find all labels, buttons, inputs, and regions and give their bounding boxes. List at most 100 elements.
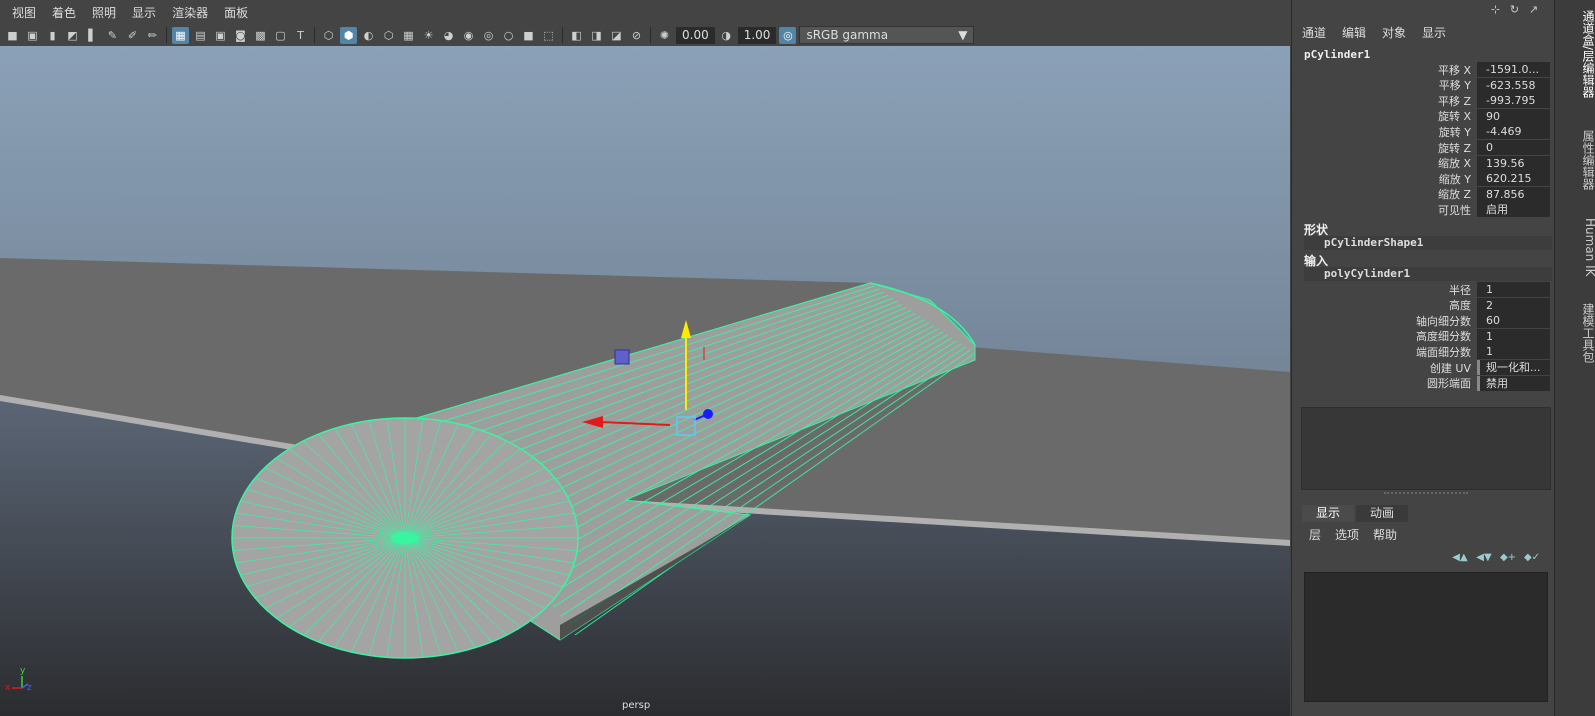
grease-pencil-icon[interactable]: ✐ bbox=[124, 27, 141, 44]
attribute-label[interactable]: 高度 bbox=[1302, 297, 1477, 313]
attribute-value-field[interactable]: 1 bbox=[1477, 328, 1550, 344]
2d-pan-icon[interactable]: ✎ bbox=[104, 27, 121, 44]
exposure-field[interactable]: 0.00 bbox=[676, 26, 715, 44]
pencil-icon[interactable]: ✏ bbox=[144, 27, 161, 44]
menu-panels[interactable]: 面板 bbox=[218, 4, 254, 21]
field-chart-icon[interactable]: ▩ bbox=[252, 27, 269, 44]
textured-icon[interactable]: ▦ bbox=[400, 27, 417, 44]
attribute-label[interactable]: 缩放 Y bbox=[1302, 171, 1477, 187]
menu-help[interactable]: 帮助 bbox=[1370, 526, 1400, 543]
attribute-row[interactable]: 缩放 Y 620.215 bbox=[1302, 171, 1552, 187]
menu-shading[interactable]: 着色 bbox=[46, 4, 82, 21]
attribute-label[interactable]: 圆形端面 bbox=[1302, 375, 1477, 391]
attribute-value-field[interactable]: 启用 bbox=[1477, 202, 1550, 218]
bookmark-icon[interactable]: ▮ bbox=[44, 27, 61, 44]
safe-title-icon[interactable]: T bbox=[292, 27, 309, 44]
exposure-icon[interactable]: ✺ bbox=[656, 27, 673, 44]
smooth-shade-icon[interactable]: ⬢ bbox=[340, 26, 357, 44]
attribute-label[interactable]: 缩放 Z bbox=[1302, 186, 1477, 202]
side-tab-modeling-toolkit[interactable]: 建模工具包 bbox=[1555, 298, 1595, 368]
tab-display[interactable]: 显示 bbox=[1302, 505, 1355, 522]
panel-splitter[interactable] bbox=[1384, 492, 1468, 496]
gamma-field[interactable]: 1.00 bbox=[737, 26, 777, 44]
multisample-icon[interactable]: ◧ bbox=[568, 27, 585, 44]
attribute-label[interactable]: 旋转 Y bbox=[1302, 124, 1477, 140]
attribute-row[interactable]: 缩放 Z 87.856 bbox=[1302, 186, 1552, 202]
attribute-label[interactable]: 旋转 Z bbox=[1302, 140, 1477, 156]
motion-blur-icon[interactable]: ■ bbox=[520, 27, 537, 44]
attribute-row[interactable]: 平移 Y -623.558 bbox=[1302, 77, 1552, 93]
3d-view[interactable]: y x z bbox=[0, 46, 1290, 716]
attribute-row[interactable]: 轴向细分数 60 bbox=[1302, 313, 1552, 329]
attribute-value-field[interactable]: 规一化和... bbox=[1477, 360, 1550, 375]
attribute-row[interactable]: 平移 X -1591.0... bbox=[1302, 62, 1552, 77]
attribute-value-field[interactable]: -4.469 bbox=[1477, 124, 1550, 140]
attribute-row[interactable]: 圆形端面 禁用 bbox=[1302, 375, 1552, 391]
attribute-row[interactable]: 端面细分数 1 bbox=[1302, 344, 1552, 360]
grid-icon[interactable]: ▦ bbox=[172, 26, 189, 44]
menu-display[interactable]: 显示 bbox=[1418, 24, 1450, 41]
attribute-value-field[interactable]: 禁用 bbox=[1477, 375, 1550, 391]
attribute-row[interactable]: 高度 2 bbox=[1302, 297, 1552, 313]
menu-layers[interactable]: 层 bbox=[1306, 526, 1324, 543]
menu-object[interactable]: 对象 bbox=[1378, 24, 1410, 41]
input-node-name[interactable]: polyCylinder1 bbox=[1304, 267, 1552, 281]
attribute-row[interactable]: 缩放 X 139.56 bbox=[1302, 155, 1552, 171]
gate-mask-icon[interactable]: ◙ bbox=[232, 27, 249, 44]
color-management-icon[interactable]: ◎ bbox=[779, 26, 797, 44]
attribute-label[interactable]: 缩放 X bbox=[1302, 155, 1477, 171]
z-handle-icon[interactable] bbox=[703, 409, 713, 419]
expand-icon[interactable]: ↗ bbox=[1526, 2, 1541, 17]
side-tab-channel-box[interactable]: 通道盒/层编辑器 bbox=[1555, 4, 1595, 104]
hud-icon[interactable]: ⊘ bbox=[628, 27, 645, 44]
depth-of-field-icon[interactable]: ◪ bbox=[608, 27, 625, 44]
viewport-panel[interactable]: 视图 着色 照明 显示 渲染器 面板 ■ ▣ ▮ ◩ ▌ ✎ ✐ ✏ ▦ ▤ ▣… bbox=[0, 0, 1290, 716]
wireframe-on-shaded-icon[interactable]: ⬡ bbox=[380, 27, 397, 44]
menu-edit[interactable]: 编辑 bbox=[1338, 24, 1370, 41]
attribute-value-field[interactable]: -993.795 bbox=[1477, 93, 1550, 109]
object-name[interactable]: pCylinder1 bbox=[1304, 48, 1370, 61]
attribute-label[interactable]: 高度细分数 bbox=[1302, 328, 1477, 344]
side-tab-attribute-editor[interactable]: 属性编辑器 bbox=[1555, 120, 1595, 200]
select-camera-icon[interactable]: ■ bbox=[4, 27, 21, 44]
menu-options[interactable]: 选项 bbox=[1332, 526, 1362, 543]
move-layer-up-icon[interactable]: ◀▲ bbox=[1452, 550, 1468, 564]
attribute-value-field[interactable]: -1591.0... bbox=[1477, 62, 1550, 77]
attribute-value-field[interactable]: 90 bbox=[1477, 108, 1550, 124]
image-plane-icon[interactable]: ◩ bbox=[64, 27, 81, 44]
attribute-row[interactable]: 旋转 X 90 bbox=[1302, 108, 1552, 124]
attribute-value-field[interactable]: 0 bbox=[1477, 140, 1550, 155]
safe-action-icon[interactable]: ▢ bbox=[272, 27, 289, 44]
xray-icon[interactable]: ◉ bbox=[460, 27, 477, 44]
attribute-value-field[interactable]: 620.215 bbox=[1477, 171, 1550, 187]
tab-animation[interactable]: 动画 bbox=[1356, 505, 1409, 522]
attribute-label[interactable]: 旋转 X bbox=[1302, 108, 1477, 124]
attribute-label[interactable]: 半径 bbox=[1302, 282, 1477, 298]
isolate-select-icon[interactable]: ⬚ bbox=[540, 27, 557, 44]
attribute-value-field[interactable]: 139.56 bbox=[1477, 155, 1550, 171]
film-gate-icon[interactable]: ▤ bbox=[192, 27, 209, 44]
shadows-icon[interactable]: ◕ bbox=[440, 27, 457, 44]
menu-show[interactable]: 显示 bbox=[126, 4, 162, 21]
attribute-label[interactable]: 平移 X bbox=[1302, 62, 1477, 78]
attribute-label[interactable]: 端面细分数 bbox=[1302, 344, 1477, 360]
refresh-icon[interactable]: ↻ bbox=[1507, 2, 1522, 17]
attribute-label[interactable]: 可见性 bbox=[1302, 202, 1477, 218]
camera-attributes-icon[interactable]: ▣ bbox=[24, 27, 41, 44]
resolution-gate-icon[interactable]: ▣ bbox=[212, 27, 229, 44]
attribute-row[interactable]: 旋转 Y -4.469 bbox=[1302, 124, 1552, 140]
shape-node-name[interactable]: pCylinderShape1 bbox=[1304, 236, 1552, 250]
menu-channels[interactable]: 通道 bbox=[1298, 24, 1330, 41]
side-tab-human-ik[interactable]: Human IK bbox=[1555, 215, 1595, 280]
attribute-value-field[interactable]: 60 bbox=[1477, 313, 1550, 329]
new-layer-icon[interactable]: ◆+ bbox=[1500, 550, 1516, 564]
move-layer-down-icon[interactable]: ◀▼ bbox=[1476, 550, 1492, 564]
menu-renderer[interactable]: 渲染器 bbox=[166, 4, 214, 21]
scene-axes-icon[interactable]: ⊹ bbox=[1488, 2, 1503, 17]
attribute-value-field[interactable]: 1 bbox=[1477, 344, 1550, 360]
attribute-value-field[interactable]: 2 bbox=[1477, 297, 1550, 313]
layer-list[interactable] bbox=[1304, 572, 1548, 702]
attribute-label[interactable]: 平移 Z bbox=[1302, 93, 1477, 109]
xray-joints-icon[interactable]: ◎ bbox=[480, 27, 497, 44]
wireframe-icon[interactable]: ⬡ bbox=[320, 27, 337, 44]
